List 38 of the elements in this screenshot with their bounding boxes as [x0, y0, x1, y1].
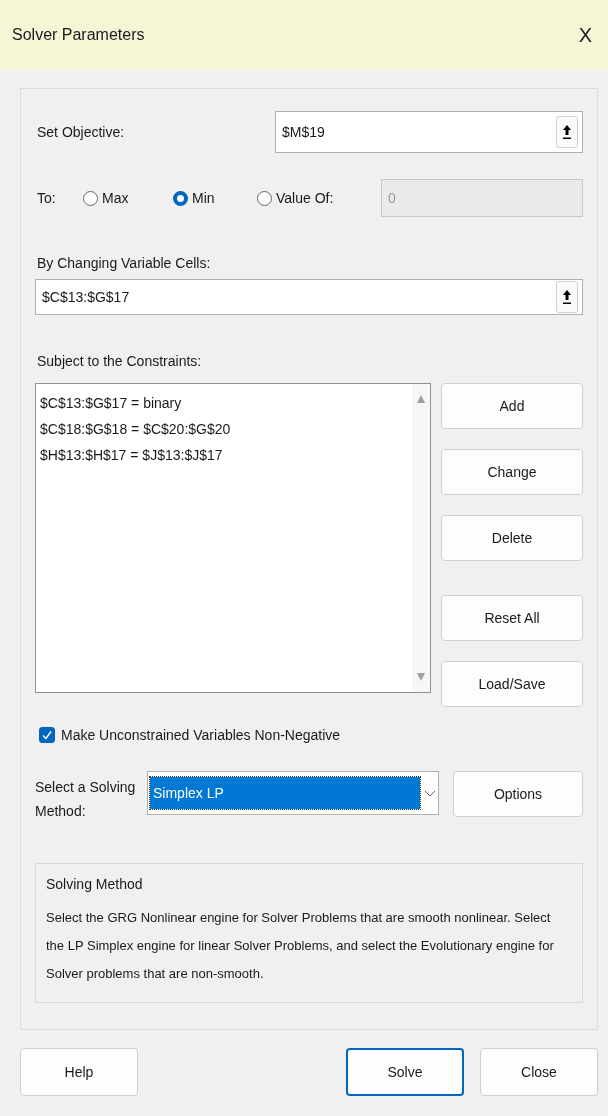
solving-method-label: Select a Solving Method: — [35, 778, 137, 821]
collapse-button[interactable] — [556, 116, 578, 148]
window-close-button[interactable]: X — [574, 23, 596, 47]
upload-arrow-icon — [562, 289, 572, 305]
constraint-button[interactable]: Add — [441, 383, 583, 429]
objective-label: Set Objective: — [36, 124, 126, 140]
constraint-button[interactable]: Change — [441, 449, 583, 495]
constraint-button[interactable]: Reset All — [441, 595, 583, 641]
checkbox[interactable] — [39, 727, 55, 743]
check-icon — [41, 729, 53, 741]
radio-option[interactable]: Value Of: — [257, 190, 377, 206]
variable-cells-field[interactable]: $C$13:$G$17 — [35, 279, 583, 315]
nonnegative-checkbox-row[interactable]: Make Unconstrained Variables Non-Negative — [35, 727, 583, 743]
constraint-button[interactable]: Delete — [441, 515, 583, 561]
radio-option[interactable]: Min — [173, 190, 257, 206]
constraints-label: Subject to the Constraints: — [36, 353, 203, 369]
info-title: Solving Method — [46, 876, 144, 892]
scroll-down-icon[interactable] — [416, 672, 426, 682]
radio-button[interactable] — [83, 190, 98, 206]
options-button[interactable]: Options — [453, 771, 583, 817]
upload-arrow-icon — [562, 124, 572, 140]
radio-option[interactable]: Max — [83, 190, 173, 206]
objective-field[interactable]: $M$19 — [275, 111, 583, 153]
radio-button[interactable] — [257, 190, 272, 206]
constraint-button[interactable]: Load/Save — [441, 661, 583, 707]
dialog-button[interactable]: Close — [480, 1048, 598, 1096]
collapse-button[interactable] — [556, 281, 578, 313]
radio-button[interactable] — [173, 190, 188, 206]
info-text: Select the GRG Nonlinear engine for Solver Problems that are smooth nonlinear. Select the LP Simplex engine for linear Solver Problems, and select the Evolutionary engine for Solver problems that are non-smooth. — [46, 909, 555, 983]
dialog-button[interactable]: Help — [20, 1048, 138, 1096]
variable-cells-label: By Changing Variable Cells: — [36, 255, 212, 271]
window-title: Solver Parameters — [12, 26, 145, 44]
dialog-button[interactable]: Solve — [346, 1048, 464, 1096]
chevron-down-icon — [424, 788, 436, 798]
scroll-up-icon[interactable] — [416, 394, 426, 404]
scroll-bar[interactable] — [412, 384, 430, 692]
to-label: To: — [36, 190, 57, 206]
solving-method-dropdown[interactable]: Simplex LP — [147, 771, 439, 815]
